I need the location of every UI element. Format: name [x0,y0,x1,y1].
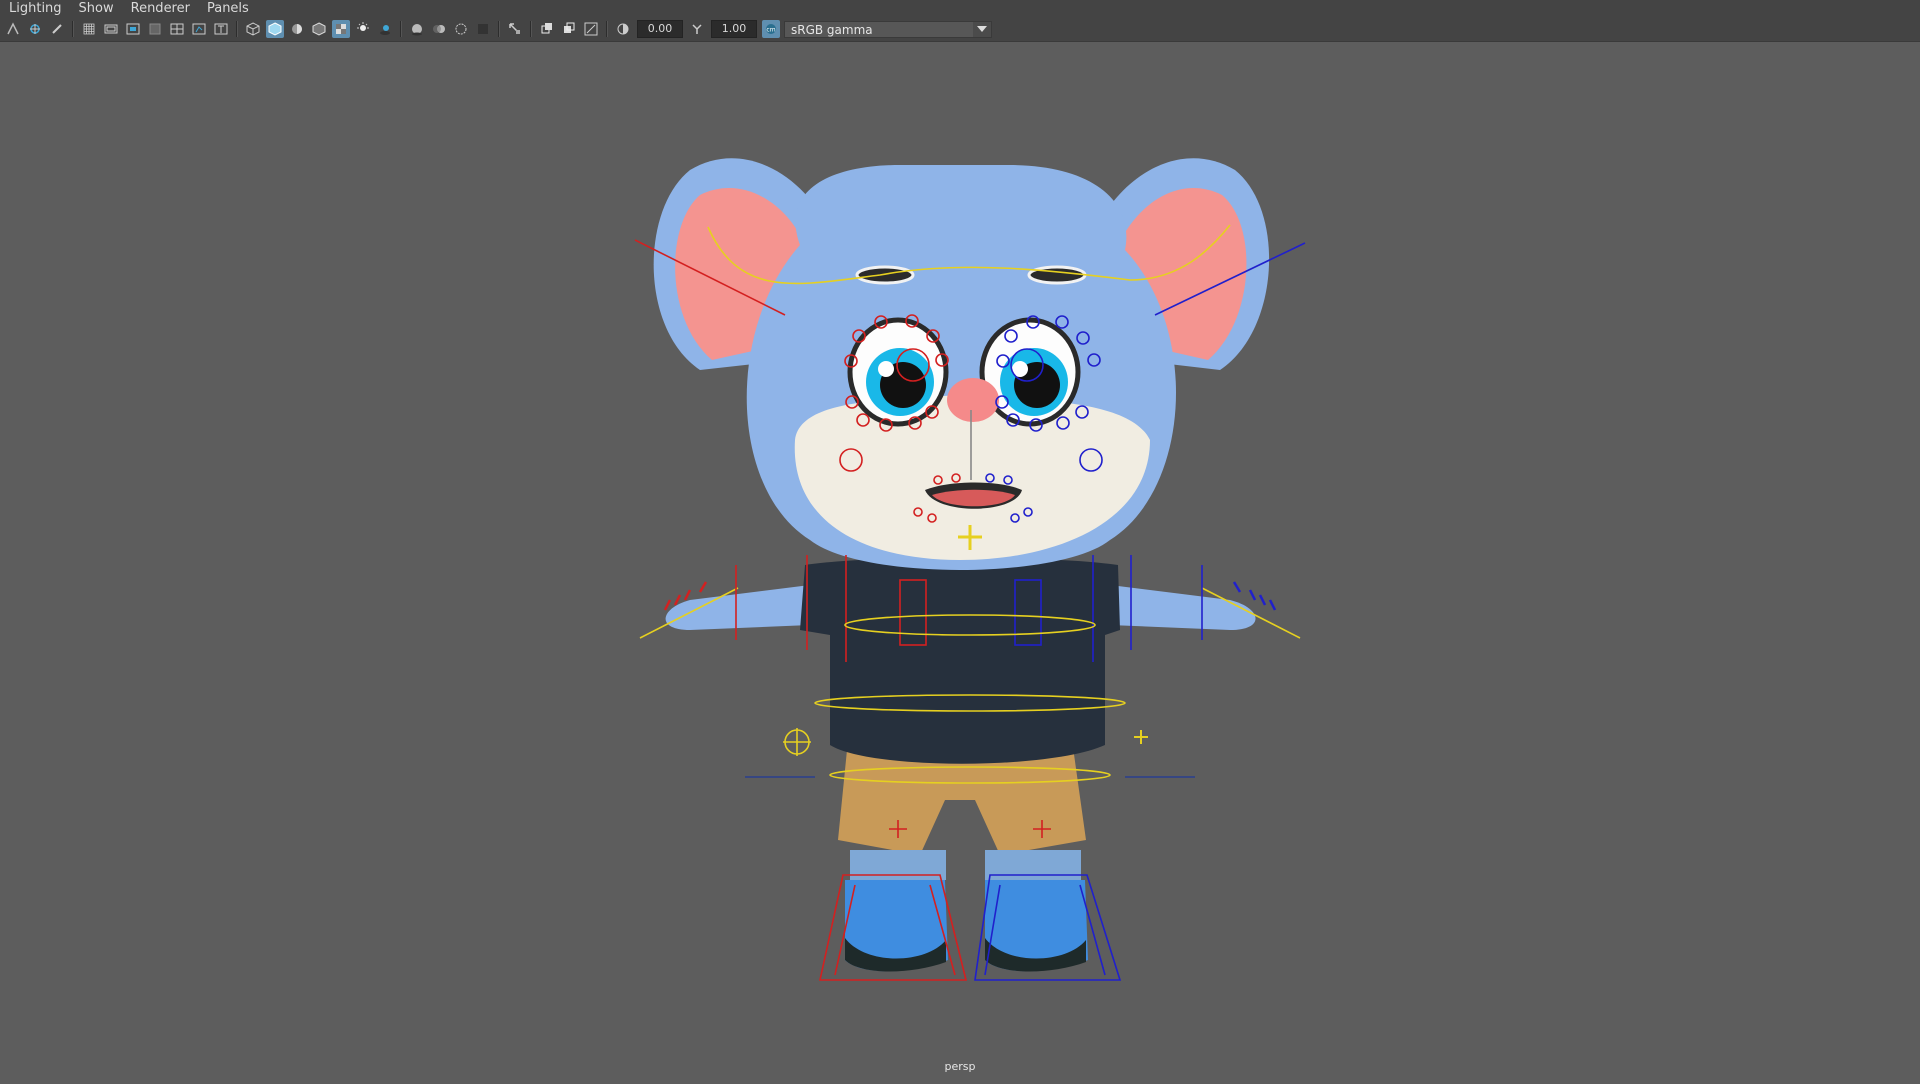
shadows-icon[interactable] [376,20,394,38]
viewport-3d[interactable] [0,42,1920,1080]
wireframe-on-shaded-icon[interactable] [310,20,328,38]
default-material-icon[interactable] [288,20,306,38]
scene-render [634,158,1306,981]
anti-aliasing-icon[interactable] [452,20,470,38]
left-eye-highlight [878,361,894,377]
toolbar-divider [606,21,608,37]
menu-renderer[interactable]: Renderer [122,0,198,17]
mouse-character[interactable] [653,158,1270,972]
xray-joints-icon[interactable] [560,20,578,38]
wireframe-icon[interactable] [244,20,262,38]
motion-blur-icon[interactable] [430,20,448,38]
ambient-occlusion-icon[interactable] [408,20,426,38]
shirt [800,557,1120,764]
toolbar-divider [530,21,532,37]
grid-icon[interactable] [80,20,98,38]
color-space-dropdown[interactable]: sRGB gamma [784,20,992,38]
toolbar-divider [400,21,402,37]
xray-active-components-icon[interactable] [582,20,600,38]
bookmark-icon[interactable] [48,20,66,38]
exposure-icon[interactable] [614,20,632,38]
smooth-shade-icon[interactable] [266,20,284,38]
menu-bar: Lighting Show Renderer Panels [0,0,1920,17]
camera-label: persp [944,1060,976,1073]
viewport-toolbar: 0.00 1.00 cm sRGB gamma [0,17,1920,42]
toolbar-divider [72,21,74,37]
exposure-field[interactable]: 0.00 [637,20,683,38]
right-arm [1110,585,1256,630]
isolate-select-icon[interactable] [506,20,524,38]
left-eyebrow [855,265,915,285]
left-arm [665,585,810,630]
camera-attributes-icon[interactable] [26,20,44,38]
nose [947,378,999,422]
menu-panels[interactable]: Panels [198,0,257,17]
depth-of-field-icon[interactable] [474,20,492,38]
toolbar-divider [236,21,238,37]
pole-vector-left-cross [783,728,811,756]
chevron-down-icon [973,21,991,37]
color-space-value: sRGB gamma [791,22,873,37]
pole-vector-right [1134,730,1148,744]
select-camera-icon[interactable] [4,20,22,38]
gate-mask-icon[interactable] [146,20,164,38]
safe-action-icon[interactable] [190,20,208,38]
toolbar-divider [498,21,500,37]
svg-text:cm: cm [766,27,775,34]
menu-show[interactable]: Show [70,0,122,17]
film-gate-icon[interactable] [102,20,120,38]
menu-lighting[interactable]: Lighting [0,0,70,17]
color-management-icon[interactable]: cm [762,20,780,38]
field-chart-icon[interactable] [168,20,186,38]
resolution-gate-icon[interactable] [124,20,142,38]
lights-icon[interactable] [354,20,372,38]
gamma-field[interactable]: 1.00 [711,20,757,38]
gamma-icon[interactable] [688,20,706,38]
textured-icon[interactable] [332,20,350,38]
safe-title-icon[interactable] [212,20,230,38]
xray-icon[interactable] [538,20,556,38]
